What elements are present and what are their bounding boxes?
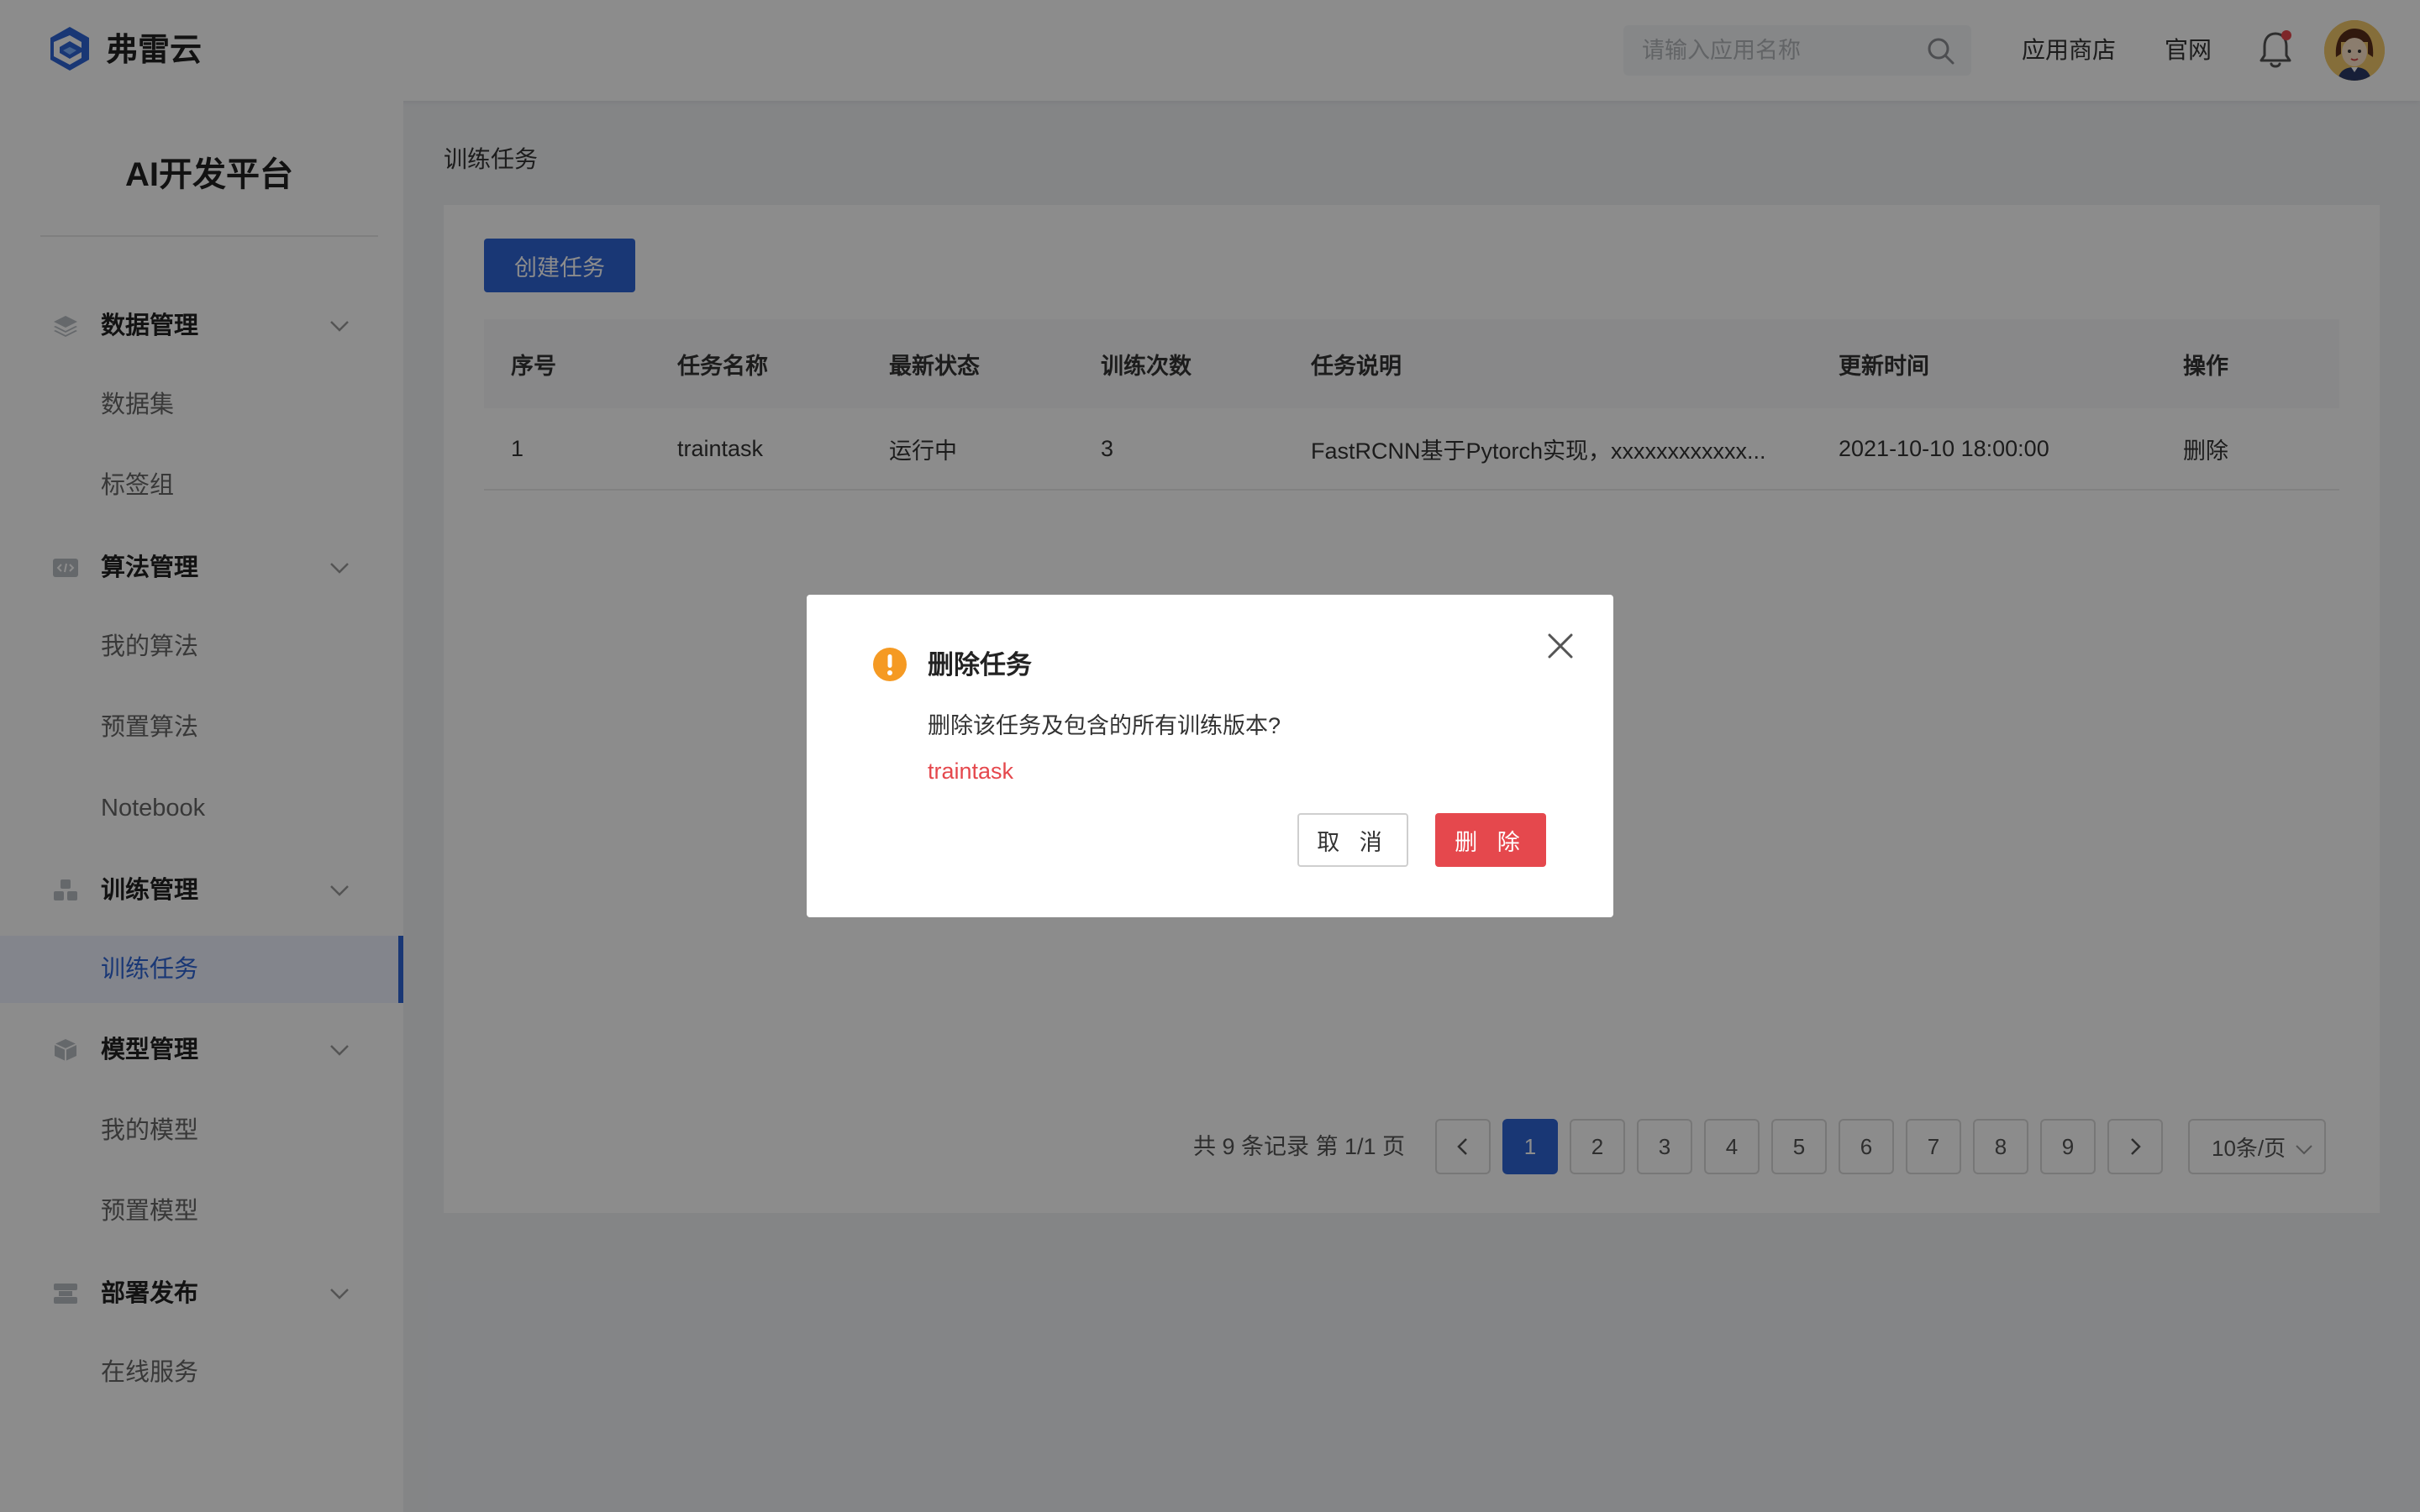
dialog-message: 删除该任务及包含的所有训练版本? <box>928 713 1281 738</box>
warning-icon <box>873 648 907 681</box>
cancel-button[interactable]: 取 消 <box>1297 813 1408 867</box>
dialog-target-name: traintask <box>928 759 1014 784</box>
delete-task-dialog: 删除任务 删除该任务及包含的所有训练版本? traintask 取 消 删 除 <box>807 595 1613 917</box>
confirm-delete-button[interactable]: 删 除 <box>1435 813 1546 867</box>
close-icon[interactable] <box>1546 632 1575 660</box>
dialog-title: 删除任务 <box>928 650 1032 680</box>
